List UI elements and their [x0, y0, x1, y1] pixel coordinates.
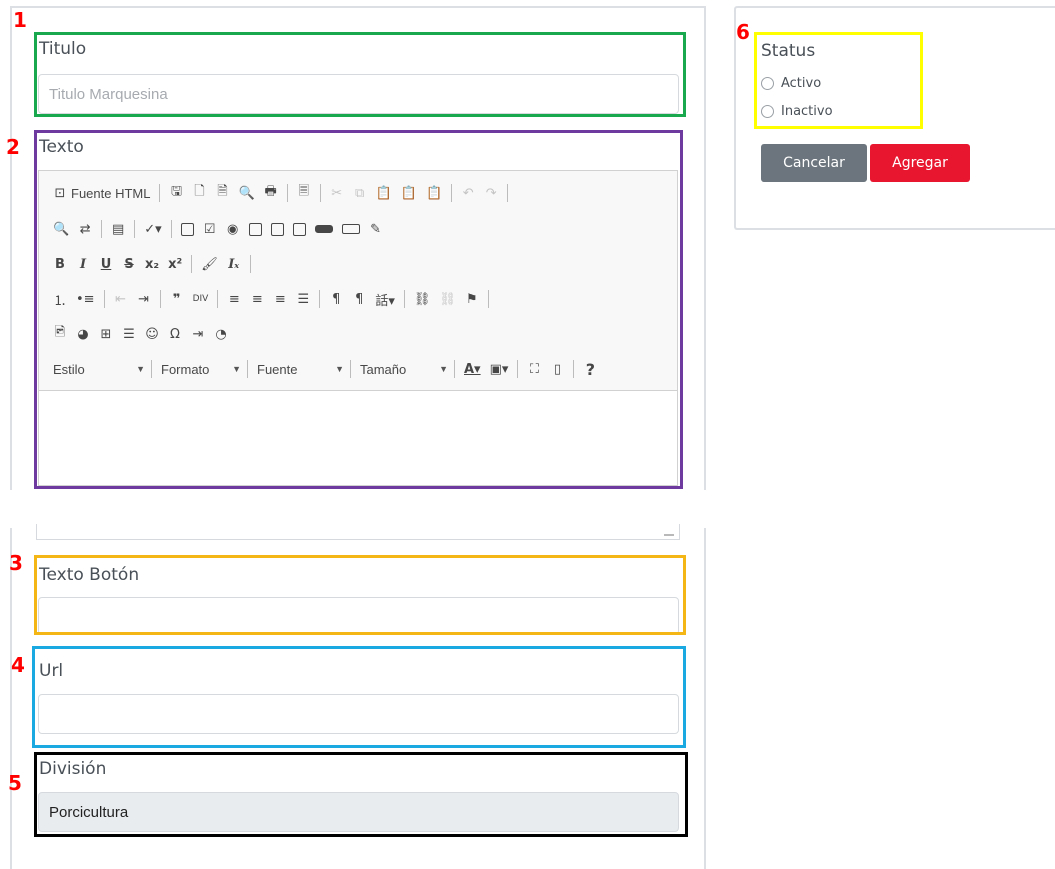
url-highlight-box — [32, 646, 686, 748]
panel-top-border — [10, 6, 706, 8]
cancel-button[interactable]: Cancelar — [761, 144, 867, 182]
texto-boton-highlight-box — [34, 555, 686, 635]
add-button[interactable]: Agregar — [870, 144, 970, 182]
editor-bottom-tail — [36, 524, 680, 540]
annotation-5: 5 — [8, 771, 22, 795]
panel-right-border — [704, 6, 706, 490]
status-highlight-box — [754, 32, 923, 129]
panel-left-border — [10, 6, 12, 490]
titulo-highlight-box — [34, 32, 686, 117]
panel-right-border-lower — [704, 528, 706, 869]
annotation-4: 4 — [11, 653, 25, 677]
annotation-3: 3 — [9, 551, 23, 575]
texto-highlight-box — [34, 130, 683, 489]
division-highlight-box — [34, 752, 688, 837]
annotation-2: 2 — [6, 135, 20, 159]
panel-left-border-lower — [10, 528, 12, 869]
annotation-1: 1 — [13, 8, 27, 32]
editor-resize-icon[interactable] — [664, 530, 674, 536]
annotation-6: 6 — [736, 20, 750, 44]
